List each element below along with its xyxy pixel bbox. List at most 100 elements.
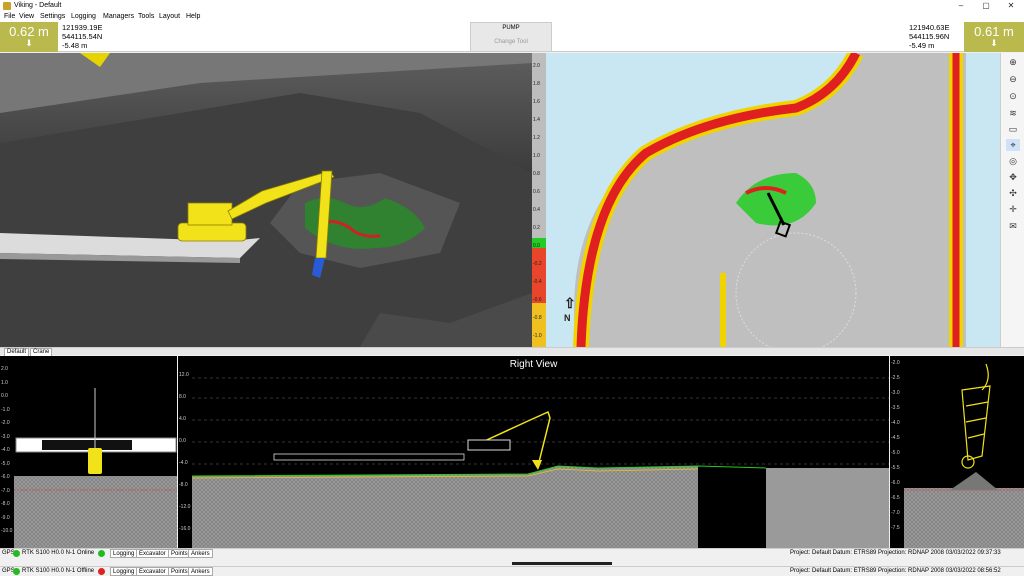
right-northing: 544115.96N [909,32,950,41]
app-icon [3,2,11,10]
axis-tick-label: 1.8 [533,81,540,87]
menu-bar: File View Settings Logging Managers Tool… [0,12,1024,22]
north-arrow: ⇧ N [564,295,576,324]
menu-settings[interactable]: Settings [40,13,65,20]
left-northing: 544115.54N [62,32,103,41]
search-minus-icon[interactable]: ⊖ [1006,73,1020,85]
menu-logging[interactable]: Logging [71,13,96,20]
menu-tools[interactable]: Tools [138,13,154,20]
left-easting: 121939.19E [62,23,103,32]
axis-tick-label: 1.0 [533,153,540,159]
front-view-panel[interactable]: 2.0 1.0 0.0 -1.0 -2.0 -3.0 -4.0 -5.0 -6.0 -7.0 -8.… [0,356,177,548]
menu-layout[interactable]: Layout [159,13,180,20]
right-coordinates: 121940.63E 544115.96N -5.49 m [909,23,949,50]
tab-logging[interactable]: Logging [110,549,138,558]
pump-label: PUMP [502,25,520,31]
left-coordinates: 121939.19E 544115.54N -5.48 m [62,23,102,50]
axis-tick-label: -3.0 [1,433,10,440]
arrow-down-icon: ⬇ [25,38,33,48]
right-easting: 121940.63E [909,23,950,32]
right-depth-indicator: 0.61 m ⬇ [964,22,1024,52]
tab-ankers[interactable]: Ankers [188,549,213,558]
center-icon[interactable]: ✛ [1006,203,1020,215]
axis-tick-label: 1.2 [533,135,540,141]
axis-tick-label: 0.0 [179,438,186,444]
right-height: -5.49 m [909,41,935,50]
bucket-front [88,448,102,474]
right-view-panel[interactable]: Right View 12.0 8.0 4.0 0.0 -4.0 -8.0 -12.0 -16… [178,356,889,548]
tab-logging[interactable]: Logging [110,567,138,576]
tab-excavator[interactable]: Excavator [136,567,169,576]
north-label: N [564,313,571,323]
axis-tick-label: -0.4 [533,279,542,285]
window-title: Viking - Default [14,2,62,9]
right-view-canvas [191,377,889,548]
tab-default[interactable]: Default [4,348,30,356]
search-plus-icon[interactable]: ⊕ [1006,56,1020,68]
axis-tick-label: -7.0 [1,487,10,494]
status-bar-online: GPS RTK S100 H0.0 N-1 Online Logging Exc… [0,548,1024,558]
maximize-button[interactable]: ▢ [975,0,997,12]
map-toolbar: ⊕ ⊖ ⊙ ≋ ▭ ⌖ ◎ ✥ ✣ ✛ ✉ [1000,53,1024,347]
axis-tick-label: 0.0 [533,243,540,249]
axis-tick-label: -6.0 [1,474,10,480]
plan-map[interactable]: ⇧ N [546,53,1000,347]
depth-color-scale: 2.0 1.8 1.6 1.4 1.2 1.0 0.8 0.6 0.4 0.2 0.0 -0.2 -0.… [532,53,546,347]
axis-tick-label: 4.0 [179,416,186,422]
axis-tick-label: 8.0 [179,394,186,400]
gps-status-text: RTK S100 H0.0 N-1 Offline [22,568,95,574]
axis-tick-label: -4.0 [1,447,10,453]
target-icon[interactable]: ◎ [1006,155,1020,167]
menu-file[interactable]: File [4,13,15,20]
axis-tick-label: -8.0 [179,482,188,488]
pump-panel: PUMP Change Tool [470,22,552,52]
axis-tick-label: -10.0 [1,528,13,534]
status-dot-icon [98,568,105,575]
axis-tick-label: 1.4 [533,117,540,123]
axis-tick-label: -3.5 [891,405,900,411]
menu-managers[interactable]: Managers [103,13,134,20]
axis-tick-label: 2.0 [533,63,540,69]
front-view-canvas [14,388,177,548]
crosshair-icon[interactable]: ⌖ [1006,139,1020,151]
axis-tick-label: 1.6 [533,99,540,105]
axis-tick-label: -7.0 [891,510,900,516]
move-icon[interactable]: ✥ [1006,171,1020,183]
axis-tick-label: -4.0 [179,460,188,466]
axis-tick-label: -5.0 [891,450,900,456]
north-arrow-icon: ⇧ [564,295,576,311]
axis-tick-label: -0.8 [533,315,542,321]
axis-tick-label: -2.0 [1,420,10,426]
right-depth-value: 0.61 m [974,24,1014,39]
zoom-reset-icon[interactable]: ⊙ [1006,90,1020,102]
right-view-title: Right View [509,359,558,370]
tab-ankers[interactable]: Ankers [188,567,213,576]
minimize-button[interactable]: – [950,0,972,12]
axis-tick-label: -2.5 [891,375,900,381]
axis-tick-label: 0.0 [1,393,8,399]
bucket-view-canvas [904,363,1024,548]
layers-icon[interactable]: ≋ [1006,107,1020,119]
axis-tick-label: 12.0 [179,372,189,378]
axis-tick-label: -6.0 [891,480,900,486]
change-tool-button[interactable]: Change Tool [471,39,551,45]
gps-online-icon [13,568,20,575]
message-icon[interactable]: ✉ [1006,220,1020,232]
menu-view[interactable]: View [19,13,34,20]
axis-tick-label: -9.0 [1,514,10,521]
tab-excavator[interactable]: Excavator [136,549,169,558]
bucket-view-panel[interactable]: -2.0 -2.5 -3.0 -3.5 -4.0 -4.5 -5.0 -5.5 -6.0 -6.5… [890,356,1024,548]
axis-tick-label: -0.2 [533,261,542,267]
3d-view[interactable]: ⊕ ▲ 🔒 ◀ R ▶ ⊕ ▼ ⊖ [0,53,532,347]
pan-icon[interactable]: ✣ [1006,187,1020,199]
axis-tick-label: 1.0 [1,379,8,386]
left-depth-value: 0.62 m [9,24,49,39]
tab-crane[interactable]: Crane [30,348,53,356]
fit-icon[interactable]: ▭ [1006,123,1020,135]
axis-tick-label: -0.6 [533,297,542,303]
close-button[interactable]: ✕ [1000,0,1022,12]
3d-scene [0,53,532,347]
gps-online-icon [13,550,20,557]
menu-help[interactable]: Help [186,13,200,20]
left-depth-indicator: 0.62 m ⬇ [0,22,58,52]
